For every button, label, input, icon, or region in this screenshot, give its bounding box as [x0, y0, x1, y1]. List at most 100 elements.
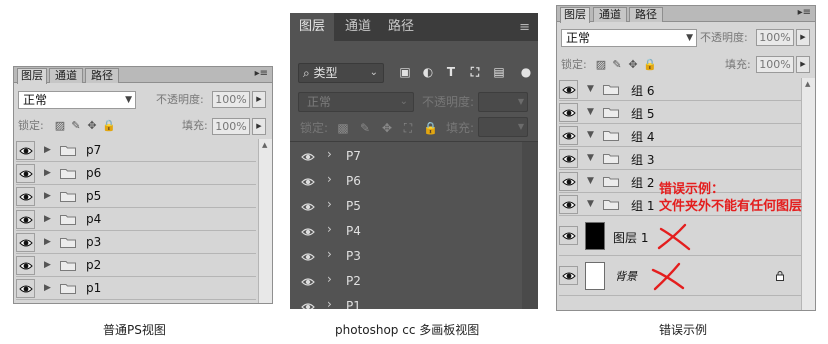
filter-adjustment-icon[interactable]: ◐	[421, 65, 435, 79]
fill-stepper[interactable]: ▶	[252, 118, 266, 135]
visibility-toggle[interactable]	[16, 233, 35, 252]
lock-move-icon[interactable]: ✥	[380, 121, 394, 135]
lock-transparent-icon[interactable]: ▨	[54, 120, 66, 132]
artboard-row[interactable]: › P4	[290, 219, 520, 244]
artboard-row[interactable]: › P1	[290, 294, 520, 309]
layer-scrollbar[interactable]: ▲	[801, 78, 815, 310]
visibility-toggle[interactable]	[301, 152, 315, 165]
layer-row-layer1[interactable]: 图层 1	[559, 216, 801, 256]
layer-group-row[interactable]: ▶ p6	[16, 162, 256, 185]
artboard-row[interactable]: › P3	[290, 244, 520, 269]
opacity-input[interactable]: ▼	[478, 92, 528, 112]
visibility-toggle[interactable]	[16, 279, 35, 298]
tab-channels[interactable]: 通道	[336, 13, 380, 41]
visibility-toggle[interactable]	[559, 103, 578, 122]
chevron-right-icon[interactable]: ›	[327, 222, 332, 236]
chevron-right-icon[interactable]: ›	[327, 272, 332, 286]
blend-mode-select[interactable]: 正常 ▼	[561, 29, 697, 47]
chevron-right-icon[interactable]: ›	[327, 172, 332, 186]
filter-pixel-icon[interactable]: ▣	[398, 65, 412, 79]
layer-row-background[interactable]: 背景	[559, 256, 801, 296]
visibility-toggle[interactable]	[301, 227, 315, 240]
expand-triangle-icon[interactable]: ▼	[587, 84, 594, 94]
layer-group-row[interactable]: ▶ p7	[16, 139, 256, 162]
visibility-toggle[interactable]	[16, 256, 35, 275]
layer-group-row[interactable]: ▶ p5	[16, 185, 256, 208]
lock-transparent-icon[interactable]: ▨	[595, 59, 607, 71]
tab-paths[interactable]: 路径	[85, 68, 119, 83]
expand-triangle-icon[interactable]: ▶	[44, 283, 51, 293]
lock-all-icon[interactable]: 🔒	[423, 121, 438, 135]
layer-filter-select[interactable]: ⌕ 类型 ⌄	[298, 63, 384, 83]
filter-toggle-icon[interactable]: ●	[519, 65, 533, 79]
expand-triangle-icon[interactable]: ▼	[587, 199, 594, 209]
layer-group-row[interactable]: ▼ 组 4	[559, 124, 801, 147]
visibility-toggle[interactable]	[301, 302, 315, 309]
layer-group-row[interactable]: ▶ p2	[16, 254, 256, 277]
tab-layers[interactable]: 图层	[560, 7, 590, 23]
tab-paths[interactable]: 路径	[382, 13, 420, 41]
layer-group-row[interactable]: ▶ p3	[16, 231, 256, 254]
visibility-toggle[interactable]	[301, 202, 315, 215]
filter-type-icon[interactable]: T	[444, 65, 458, 79]
opacity-input[interactable]: 100%	[212, 91, 250, 108]
expand-triangle-icon[interactable]: ▼	[587, 107, 594, 117]
expand-triangle-icon[interactable]: ▼	[587, 176, 594, 186]
fill-input[interactable]: ▼	[478, 117, 528, 137]
tab-channels[interactable]: 通道	[593, 7, 627, 22]
tab-paths[interactable]: 路径	[629, 7, 663, 22]
expand-triangle-icon[interactable]: ▶	[44, 214, 51, 224]
visibility-toggle[interactable]	[559, 266, 578, 285]
tab-channels[interactable]: 通道	[49, 68, 83, 83]
scroll-up-icon[interactable]: ▲	[805, 80, 810, 88]
visibility-toggle[interactable]	[559, 172, 578, 191]
visibility-toggle[interactable]	[16, 164, 35, 183]
fill-stepper[interactable]: ▶	[796, 56, 810, 73]
blend-mode-select[interactable]: 正常 ⌄	[298, 92, 414, 112]
lock-artboard-icon[interactable]: ⛶	[401, 121, 415, 135]
filter-smart-object-icon[interactable]: ▤	[492, 65, 506, 79]
artboard-row[interactable]: › P7	[290, 144, 520, 169]
layer-group-row[interactable]: ▶ p4	[16, 208, 256, 231]
artboard-row[interactable]: › P2	[290, 269, 520, 294]
panel-menu-icon[interactable]: ▸≡	[255, 68, 268, 79]
expand-triangle-icon[interactable]: ▼	[587, 153, 594, 163]
visibility-toggle[interactable]	[301, 177, 315, 190]
visibility-toggle[interactable]	[301, 277, 315, 290]
panel-menu-icon[interactable]: ▸≡	[798, 7, 811, 18]
visibility-toggle[interactable]	[559, 149, 578, 168]
tab-layers[interactable]: 图层	[17, 68, 47, 84]
layer-group-row[interactable]: ▶ p1	[16, 277, 256, 300]
scroll-up-icon[interactable]: ▲	[262, 141, 267, 149]
artboard-row[interactable]: › P5	[290, 194, 520, 219]
chevron-right-icon[interactable]: ›	[327, 297, 332, 309]
layer-group-row[interactable]: ▼ 组 3	[559, 147, 801, 170]
filter-shape-icon[interactable]: ⛶	[468, 65, 482, 79]
lock-all-icon[interactable]: 🔒	[643, 59, 657, 71]
expand-triangle-icon[interactable]: ▶	[44, 191, 51, 201]
layer-group-row[interactable]: ▼ 组 6	[559, 78, 801, 101]
visibility-toggle[interactable]	[559, 226, 578, 245]
chevron-right-icon[interactable]: ›	[327, 197, 332, 211]
visibility-toggle[interactable]	[559, 80, 578, 99]
lock-move-icon[interactable]: ✥	[627, 59, 639, 71]
lock-move-icon[interactable]: ✥	[86, 120, 98, 132]
chevron-right-icon[interactable]: ›	[327, 247, 332, 261]
visibility-toggle[interactable]	[16, 187, 35, 206]
tab-layers[interactable]: 图层	[290, 13, 334, 41]
panel-menu-icon[interactable]: ≡	[519, 20, 530, 35]
blend-mode-select[interactable]: 正常 ▼	[18, 91, 136, 109]
expand-triangle-icon[interactable]: ▶	[44, 168, 51, 178]
lock-paint-icon[interactable]: ✎	[358, 121, 372, 135]
layer-scrollbar[interactable]	[522, 142, 538, 309]
opacity-stepper[interactable]: ▶	[796, 29, 810, 46]
lock-paint-icon[interactable]: ✎	[70, 120, 82, 132]
visibility-toggle[interactable]	[301, 252, 315, 265]
visibility-toggle[interactable]	[16, 141, 35, 160]
visibility-toggle[interactable]	[559, 126, 578, 145]
opacity-input[interactable]: 100%	[756, 29, 794, 46]
visibility-toggle[interactable]	[559, 195, 578, 214]
lock-all-icon[interactable]: 🔒	[102, 120, 116, 132]
expand-triangle-icon[interactable]: ▶	[44, 145, 51, 155]
expand-triangle-icon[interactable]: ▼	[587, 130, 594, 140]
